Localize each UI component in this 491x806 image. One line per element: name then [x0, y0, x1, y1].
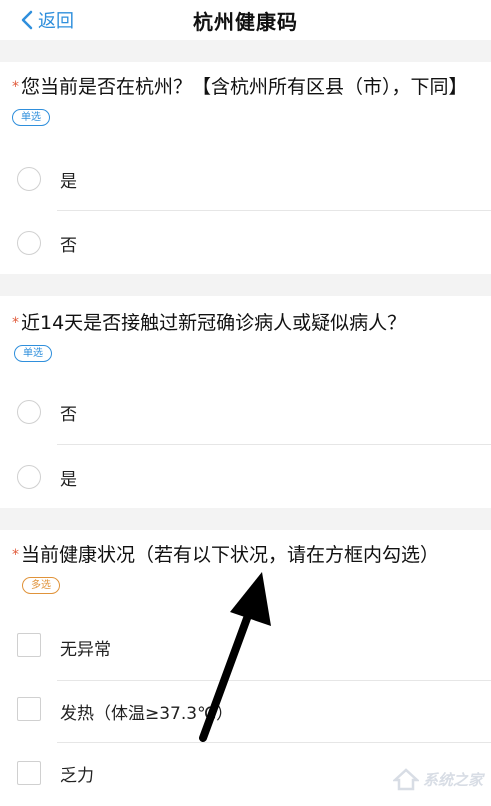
- watermark-text: 系统之家: [422, 770, 483, 789]
- watermark-logo-icon: [392, 768, 419, 791]
- arrow-annotation-icon: [199, 572, 271, 742]
- watermark: 系统之家: [392, 765, 483, 793]
